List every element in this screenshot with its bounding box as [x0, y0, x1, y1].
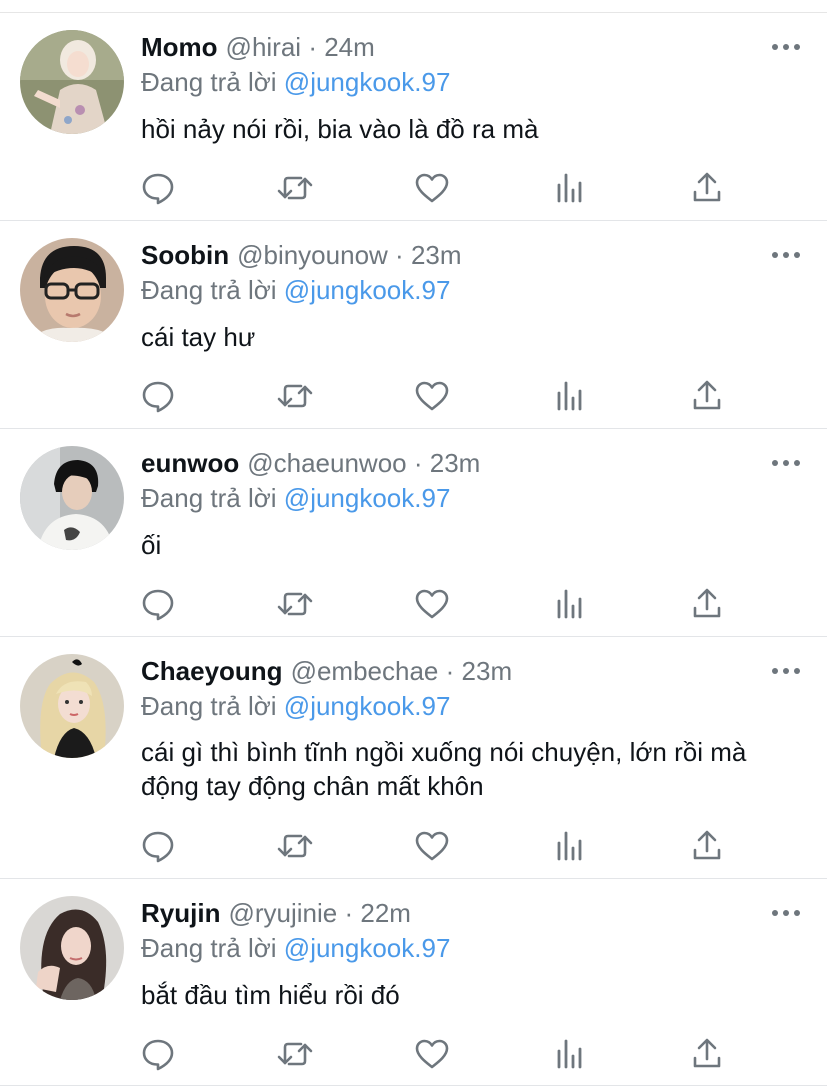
tweet-header: eunwoo @chaeunwoo · 23m — [141, 447, 480, 479]
display-name[interactable]: Ryujin — [141, 898, 220, 928]
tweet-divider — [0, 220, 827, 221]
mention-link[interactable]: @jungkook.97 — [284, 275, 451, 305]
display-name[interactable]: Chaeyoung — [141, 656, 283, 686]
action-bar — [0, 378, 827, 414]
tweet-text: bắt đầu tìm hiểu rồi đó — [141, 980, 400, 1010]
action-bar — [0, 1036, 827, 1072]
retweet-icon[interactable] — [277, 170, 313, 206]
replying-to-line: Đang trả lời @jungkook.97 — [141, 690, 450, 722]
user-handle[interactable]: @binyounow — [237, 240, 388, 270]
more-options-icon[interactable] — [770, 40, 802, 54]
timestamp[interactable]: 23m — [462, 656, 513, 686]
share-icon[interactable] — [689, 170, 725, 206]
avatar[interactable] — [20, 446, 124, 550]
replying-to-line: Đang trả lời @jungkook.97 — [141, 274, 450, 306]
analytics-icon[interactable] — [552, 378, 588, 414]
mention-link[interactable]: @jungkook.97 — [284, 67, 451, 97]
separator-dot: · — [413, 448, 423, 478]
replying-to-line: Đang trả lời @jungkook.97 — [141, 66, 450, 98]
more-options-icon[interactable] — [770, 248, 802, 262]
share-icon[interactable] — [689, 378, 725, 414]
separator-dot: · — [344, 898, 354, 928]
share-icon[interactable] — [689, 586, 725, 622]
tweet-text: cái gì thì bình tĩnh ngồi xuống nói chuy… — [141, 737, 747, 801]
tweet-header: Momo @hirai · 24m — [141, 31, 375, 63]
like-icon[interactable] — [414, 828, 450, 864]
tweet-text: cái tay hư — [141, 322, 256, 352]
retweet-icon[interactable] — [277, 378, 313, 414]
replying-to-label: Đang trả lời — [141, 691, 277, 721]
like-icon[interactable] — [414, 586, 450, 622]
reply-icon[interactable] — [140, 1036, 176, 1072]
timestamp[interactable]: 23m — [430, 448, 481, 478]
replying-to-line: Đang trả lời @jungkook.97 — [141, 932, 450, 964]
tweet-header: Ryujin @ryujinie · 22m — [141, 897, 411, 929]
more-options-icon[interactable] — [770, 664, 802, 678]
user-handle[interactable]: @hirai — [226, 32, 302, 62]
display-name[interactable]: eunwoo — [141, 448, 239, 478]
display-name[interactable]: Soobin — [141, 240, 229, 270]
reply-icon[interactable] — [140, 828, 176, 864]
tweet-divider — [0, 1085, 827, 1086]
share-icon[interactable] — [689, 1036, 725, 1072]
mention-link[interactable]: @jungkook.97 — [284, 933, 451, 963]
reply-icon[interactable] — [140, 378, 176, 414]
more-options-icon[interactable] — [770, 456, 802, 470]
timestamp[interactable]: 23m — [411, 240, 462, 270]
avatar[interactable] — [20, 896, 124, 1000]
analytics-icon[interactable] — [552, 170, 588, 206]
separator-dot: · — [445, 656, 455, 686]
retweet-icon[interactable] — [277, 1036, 313, 1072]
tweet-divider — [0, 636, 827, 637]
user-handle[interactable]: @ryujinie — [228, 898, 337, 928]
like-icon[interactable] — [414, 378, 450, 414]
avatar[interactable] — [20, 238, 124, 342]
top-divider — [0, 12, 827, 13]
timestamp[interactable]: 22m — [360, 898, 411, 928]
user-handle[interactable]: @embechae — [291, 656, 439, 686]
action-bar — [0, 586, 827, 622]
replying-to-line: Đang trả lời @jungkook.97 — [141, 482, 450, 514]
action-bar — [0, 828, 827, 864]
replying-to-label: Đang trả lời — [141, 933, 277, 963]
tweet-header: Soobin @binyounow · 23m — [141, 239, 462, 271]
user-handle[interactable]: @chaeunwoo — [247, 448, 406, 478]
avatar[interactable] — [20, 30, 124, 134]
tweet-divider — [0, 878, 827, 879]
mention-link[interactable]: @jungkook.97 — [284, 691, 451, 721]
avatar[interactable] — [20, 654, 124, 758]
tweet-text: ối — [141, 530, 162, 560]
replying-to-label: Đang trả lời — [141, 483, 277, 513]
timestamp[interactable]: 24m — [324, 32, 375, 62]
tweet-divider — [0, 428, 827, 429]
like-icon[interactable] — [414, 1036, 450, 1072]
like-icon[interactable] — [414, 170, 450, 206]
share-icon[interactable] — [689, 828, 725, 864]
more-options-icon[interactable] — [770, 906, 802, 920]
analytics-icon[interactable] — [552, 586, 588, 622]
retweet-icon[interactable] — [277, 586, 313, 622]
replying-to-label: Đang trả lời — [141, 67, 277, 97]
reply-icon[interactable] — [140, 586, 176, 622]
analytics-icon[interactable] — [552, 828, 588, 864]
action-bar — [0, 170, 827, 206]
mention-link[interactable]: @jungkook.97 — [284, 483, 451, 513]
retweet-icon[interactable] — [277, 828, 313, 864]
tweet-text: hồi nảy nói rồi, bia vào là đồ ra mà — [141, 114, 539, 144]
analytics-icon[interactable] — [552, 1036, 588, 1072]
display-name[interactable]: Momo — [141, 32, 218, 62]
separator-dot: · — [308, 32, 317, 62]
tweet-header: Chaeyoung @embechae · 23m — [141, 655, 512, 687]
reply-icon[interactable] — [140, 170, 176, 206]
replying-to-label: Đang trả lời — [141, 275, 277, 305]
separator-dot: · — [395, 240, 404, 270]
